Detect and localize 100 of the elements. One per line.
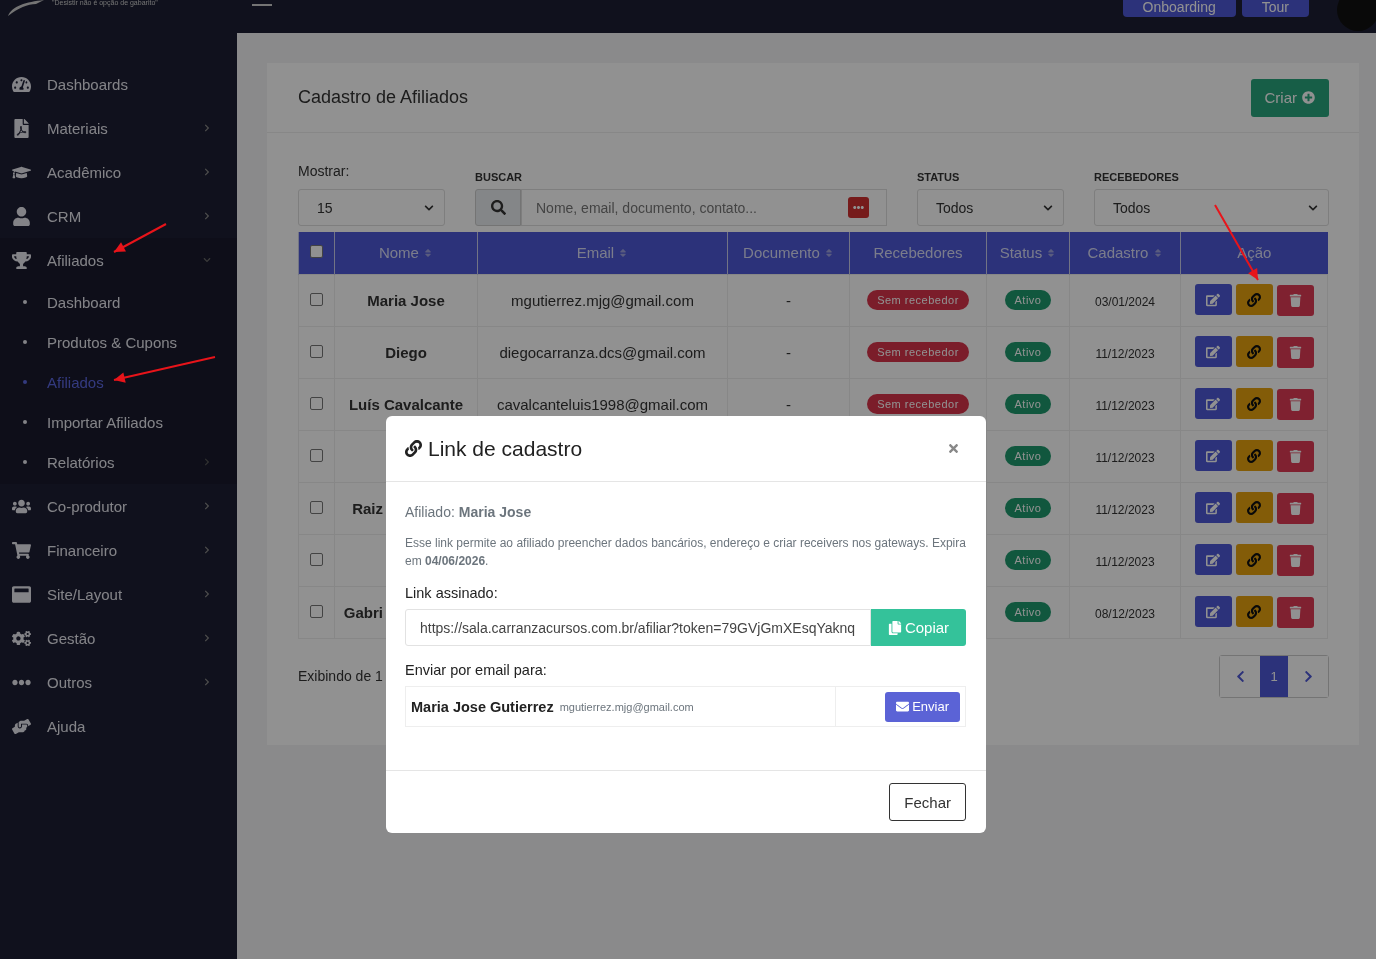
row-checkbox[interactable] (310, 552, 323, 566)
chevron-icon (203, 168, 211, 176)
edit-button[interactable] (1194, 596, 1232, 628)
table-cell: Maria Jose (367, 291, 445, 309)
sidebar-item[interactable]: Financeiro (0, 528, 237, 572)
search-label: BUSCAR (475, 170, 524, 183)
sidebar-icon (12, 250, 31, 270)
edit-button[interactable] (1194, 388, 1232, 420)
link-icon (1247, 552, 1261, 567)
edit-icon (1206, 500, 1220, 515)
pagination-summary: Exibindo de 1 (298, 668, 383, 684)
receivers-label: RECEBEDORES (1094, 170, 1180, 183)
link-button[interactable] (1235, 596, 1273, 628)
table-cell: - (786, 291, 791, 309)
select-all-checkbox[interactable] (310, 245, 323, 259)
sidebar-item[interactable]: Materiais (0, 106, 237, 150)
edit-icon (1206, 344, 1220, 359)
search-field[interactable]: Nome, email, documento, contato... (521, 189, 887, 226)
row-checkbox[interactable] (310, 604, 323, 618)
delete-button[interactable] (1276, 544, 1314, 576)
chevron-icon (203, 124, 211, 132)
sort-icon (1152, 248, 1163, 259)
submenu-item[interactable]: Produtos & Cupons (0, 322, 237, 362)
edit-button[interactable] (1194, 492, 1232, 524)
link-icon (1247, 292, 1261, 307)
send-button[interactable]: Enviar (885, 691, 960, 722)
row-checkbox[interactable] (310, 292, 323, 306)
sidebar-icon (12, 540, 31, 560)
delete-button[interactable] (1276, 388, 1314, 420)
receivers-select[interactable]: Todos (1094, 189, 1329, 226)
delete-button[interactable] (1276, 336, 1314, 368)
affiliate-label: Afiliado: (405, 504, 455, 520)
sidebar-item[interactable]: Ajuda (0, 704, 237, 748)
sidebar-item[interactable]: Site/Layout (0, 572, 237, 616)
link-button[interactable] (1235, 544, 1273, 576)
link-button[interactable] (1235, 284, 1273, 316)
table-cell: 03/01/2024 (1094, 294, 1156, 309)
sidebar-icon (12, 206, 31, 226)
row-checkbox[interactable] (310, 500, 323, 514)
trash-icon (1288, 397, 1302, 411)
delete-button[interactable] (1276, 492, 1314, 524)
status-badge: Ativo (1004, 290, 1052, 310)
plus-icon (1302, 91, 1315, 104)
chevron-icon (203, 634, 211, 642)
sidebar-icon (12, 584, 31, 604)
trash-icon (1288, 345, 1302, 359)
sidebar-item[interactable]: Gestão (0, 616, 237, 660)
sidebar-item[interactable]: Afiliados (0, 238, 237, 282)
link-button[interactable] (1235, 492, 1273, 524)
edit-icon (1206, 552, 1220, 567)
status-badge: Ativo (1004, 550, 1052, 570)
delete-button[interactable] (1276, 440, 1314, 472)
sort-icon (823, 248, 834, 259)
link-button[interactable] (1235, 336, 1273, 368)
sidebar-item[interactable]: CRM (0, 194, 237, 238)
link-button[interactable] (1235, 388, 1273, 420)
row-checkbox[interactable] (310, 396, 323, 410)
row-checkbox[interactable] (310, 344, 323, 358)
column-header[interactable]: Email (477, 232, 728, 274)
chevron-icon (203, 678, 211, 686)
link-field[interactable]: https://sala.carranzacursos.com.br/afiliar?token=79GVjGmXEsqYaknq (405, 609, 871, 646)
table-cell: - (786, 343, 791, 361)
header-button[interactable]: Tour (1241, 0, 1309, 17)
submenu-item[interactable]: Relatórios (0, 442, 237, 482)
column-header[interactable]: Cadastro (1069, 232, 1181, 274)
page-button[interactable]: 1 (1260, 655, 1288, 697)
chevron-icon (203, 502, 211, 510)
search-icon (490, 200, 506, 215)
edit-button[interactable] (1194, 336, 1232, 368)
column-header[interactable]: Nome (334, 232, 478, 274)
page-size-select[interactable]: 15 (298, 189, 445, 226)
password-dots-icon (848, 197, 869, 218)
pointer-arrow (113, 223, 167, 253)
edit-icon (1206, 448, 1220, 463)
receiver-badge: Sem recebedor (867, 394, 969, 414)
sort-icon (1046, 248, 1057, 259)
edit-button[interactable] (1194, 544, 1232, 576)
chevron-icon (203, 546, 211, 554)
row-checkbox[interactable] (310, 448, 323, 462)
link-button[interactable] (1235, 440, 1273, 472)
close-icon[interactable] (947, 442, 960, 455)
header-button[interactable]: Onboarding (1122, 0, 1236, 17)
status-select[interactable]: Todos (917, 189, 1064, 226)
column-header: Recebedores (849, 232, 987, 274)
sidebar-item[interactable]: Dashboards (0, 62, 237, 106)
sidebar-item[interactable]: Outros (0, 660, 237, 704)
delete-button[interactable] (1276, 596, 1314, 628)
sidebar-item[interactable]: Acadêmico (0, 150, 237, 194)
column-header[interactable]: Documento (727, 232, 850, 274)
edit-button[interactable] (1194, 284, 1232, 316)
feather-logo-icon (6, 0, 46, 17)
close-button[interactable]: Fechar (889, 783, 966, 821)
link-icon (1247, 344, 1261, 359)
column-header[interactable]: Status (986, 232, 1070, 274)
sidebar-item[interactable]: Co-produtor (0, 484, 237, 528)
delete-button[interactable] (1276, 284, 1314, 316)
submenu-item[interactable]: Dashboard (0, 282, 237, 322)
submenu-item[interactable]: Importar Afiliados (0, 402, 237, 442)
search-button[interactable] (475, 189, 521, 226)
edit-button[interactable] (1194, 440, 1232, 472)
